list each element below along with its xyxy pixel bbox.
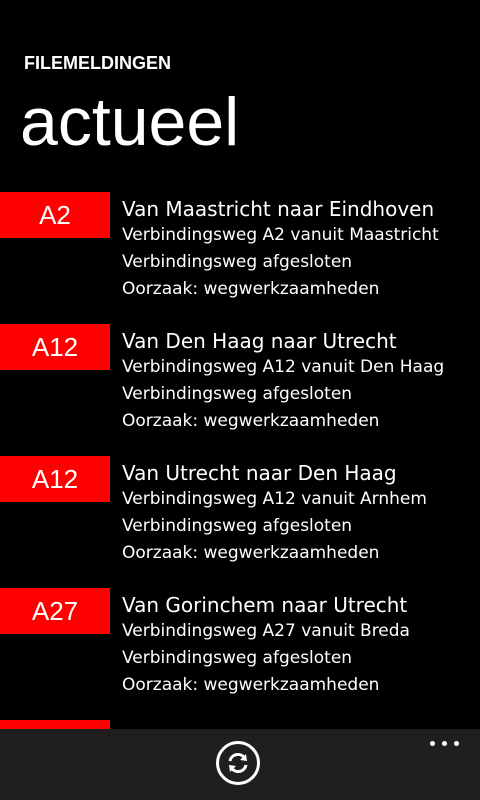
item-line: Oorzaak: wegwerkzaamheden bbox=[122, 279, 380, 299]
item-line: Verbindingsweg afgesloten bbox=[122, 384, 353, 404]
road-badge: A12 bbox=[0, 456, 110, 502]
item-line: Verbindingsweg A2 vanuit Maastricht bbox=[122, 225, 439, 245]
item-line: Oorzaak: wegwerkzaamheden bbox=[122, 543, 380, 563]
item-line: Verbindingsweg afgesloten bbox=[122, 252, 353, 272]
refresh-icon bbox=[228, 752, 248, 774]
item-line: Verbindingsweg A27 vanuit Breda bbox=[122, 621, 410, 641]
app-bar bbox=[0, 729, 480, 800]
item-line: Verbindingsweg afgesloten bbox=[122, 648, 353, 668]
page-title: actueel bbox=[20, 84, 240, 160]
item-line: Oorzaak: wegwerkzaamheden bbox=[122, 675, 380, 695]
item-line: Verbindingsweg A12 vanuit Den Haag bbox=[122, 357, 445, 377]
app-title: FILEMELDINGEN bbox=[24, 53, 171, 73]
item-heading: Van Utrecht naar Den Haag bbox=[122, 461, 397, 485]
list-item[interactable]: A12 Van Den Haag naar Utrecht Verbinding… bbox=[0, 324, 480, 456]
road-badge: A12 bbox=[0, 324, 110, 370]
more-options-icon[interactable] bbox=[430, 739, 460, 747]
item-heading: Van Den Haag naar Utrecht bbox=[122, 329, 397, 353]
item-heading: Van Gorinchem naar Utrecht bbox=[122, 593, 408, 617]
item-line: Verbindingsweg A12 vanuit Arnhem bbox=[122, 489, 427, 509]
item-line: Oorzaak: wegwerkzaamheden bbox=[122, 411, 380, 431]
list-item[interactable]: A12 Van Utrecht naar Den Haag Verbinding… bbox=[0, 456, 480, 588]
road-badge: A27 bbox=[0, 588, 110, 634]
refresh-button[interactable] bbox=[216, 741, 260, 785]
list-item[interactable]: A27 Van Gorinchem naar Utrecht Verbindin… bbox=[0, 588, 480, 720]
road-badge: A2 bbox=[0, 192, 110, 238]
item-line: Verbindingsweg afgesloten bbox=[122, 516, 353, 536]
item-heading: Van Maastricht naar Eindhoven bbox=[122, 197, 435, 221]
list-item[interactable]: A2 Van Maastricht naar Eindhoven Verbind… bbox=[0, 192, 480, 324]
